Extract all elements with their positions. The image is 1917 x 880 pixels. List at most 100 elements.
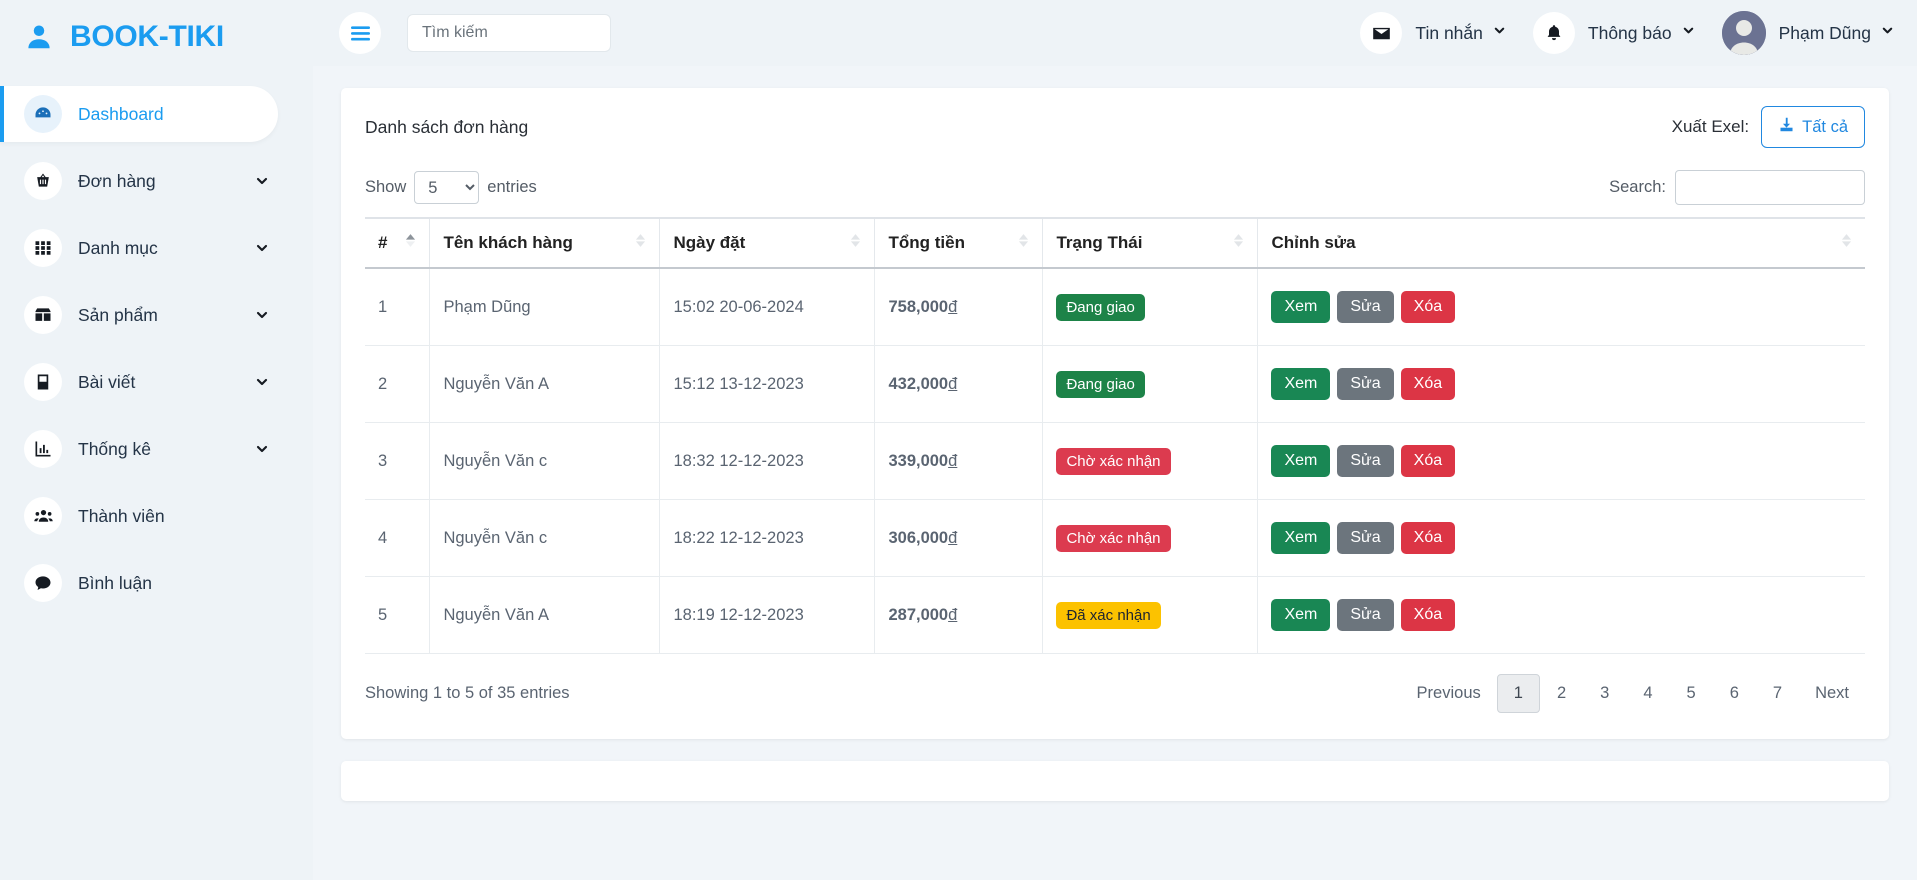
orders-card: Danh sách đơn hàng Xuất Exel: Tất cả Sho…: [341, 88, 1889, 739]
sidebar-nav: Dashboard Đơn hàng Danh mục Sản phẩm Bài…: [0, 86, 313, 611]
book-icon: [24, 363, 62, 401]
column-header-customer[interactable]: Tên khách hàng: [429, 217, 661, 269]
sidebar-item-orders[interactable]: Đơn hàng: [0, 153, 278, 209]
edit-button[interactable]: Sửa: [1337, 291, 1394, 323]
show-entries: Show 5102550100 entries: [365, 171, 537, 204]
sort-icon: [1823, 233, 1852, 253]
sidebar-item-label: Đơn hàng: [78, 170, 156, 191]
view-button[interactable]: Xem: [1271, 368, 1331, 400]
pagination-page-7[interactable]: 7: [1756, 674, 1799, 713]
cell-customer: Nguyễn Văn A: [429, 345, 661, 423]
cell-amount: 339,000đ: [874, 422, 1044, 500]
messages-menu[interactable]: Tin nhắn: [1360, 12, 1506, 54]
topbar-right: Tin nhắn Thông báo Phạm Dũng: [1334, 11, 1895, 55]
delete-button[interactable]: Xóa: [1400, 291, 1456, 323]
envelope-icon: [1360, 12, 1403, 54]
view-button[interactable]: Xem: [1271, 599, 1331, 631]
sort-asc-icon: [387, 233, 416, 253]
app-root: BOOK-TIKI Dashboard Đơn hàng Danh mục Sả…: [0, 0, 1917, 880]
pagination-page-3[interactable]: 3: [1583, 674, 1626, 713]
cell-status: Chờ xác nhận: [1042, 422, 1259, 500]
sidebar-item-posts[interactable]: Bài viết: [0, 354, 278, 410]
pagination-page-6[interactable]: 6: [1713, 674, 1756, 713]
sort-icon: [617, 233, 646, 253]
table-row: 5 Nguyễn Văn A 18:19 12-12-2023 287,000đ Đã …: [365, 576, 1865, 654]
edit-button[interactable]: Sửa: [1337, 445, 1394, 477]
table-row: 1 Phạm Dũng 15:02 20-06-2024 758,000đ Đang g…: [365, 268, 1865, 346]
cell-customer: Nguyễn Văn c: [429, 422, 661, 500]
sidebar-item-dashboard[interactable]: Dashboard: [0, 86, 278, 142]
pagination-page-5[interactable]: 5: [1670, 674, 1713, 713]
user-menu[interactable]: Phạm Dũng: [1721, 11, 1895, 55]
sidebar-item-categories[interactable]: Danh mục: [0, 220, 278, 276]
delete-button[interactable]: Xóa: [1400, 368, 1456, 400]
sort-icon: [1215, 233, 1244, 253]
search-label: Search:: [1609, 178, 1666, 196]
pagination-page-4[interactable]: 4: [1626, 674, 1669, 713]
cell-customer: Nguyễn Văn c: [429, 499, 661, 577]
column-label: Chỉnh sửa: [1271, 233, 1356, 252]
chevron-down-icon: [1880, 23, 1895, 43]
entries-select[interactable]: 5102550100: [414, 171, 480, 204]
edit-button[interactable]: Sửa: [1337, 599, 1394, 631]
cell-index: 3: [365, 422, 431, 500]
table-row: 2 Nguyễn Văn A 15:12 13-12-2023 432,000đ Đan…: [365, 345, 1865, 423]
search-input[interactable]: [407, 14, 611, 52]
sidebar-item-statistics[interactable]: Thống kê: [0, 421, 278, 477]
export-section: Xuất Exel: Tất cả: [1672, 106, 1865, 148]
sort-icon: [832, 233, 861, 253]
cell-index: 4: [365, 499, 431, 577]
chevron-down-icon: [254, 374, 270, 390]
delete-button[interactable]: Xóa: [1400, 599, 1456, 631]
box-icon: [24, 296, 62, 334]
table-footer: Showing 1 to 5 of 35 entries Previous 1 2 3…: [365, 654, 1865, 713]
brand-logo[interactable]: BOOK-TIKI: [0, 0, 313, 72]
cell-index: 2: [365, 345, 431, 423]
column-header-date[interactable]: Ngày đặt: [659, 217, 876, 269]
pagination-page-1[interactable]: 1: [1496, 674, 1540, 713]
delete-button[interactable]: Xóa: [1400, 522, 1456, 554]
sidebar-item-label: Sản phẩm: [78, 304, 158, 325]
sidebar-item-comments[interactable]: Bình luận: [0, 555, 278, 611]
cell-customer: Phạm Dũng: [429, 268, 661, 346]
edit-button[interactable]: Sửa: [1337, 368, 1394, 400]
column-header-status[interactable]: Trạng Thái: [1042, 217, 1259, 269]
gauge-icon: [24, 95, 62, 133]
sidebar-item-products[interactable]: Sản phẩm: [0, 287, 278, 343]
sidebar-item-label: Thành viên: [78, 505, 165, 526]
pagination-page-2[interactable]: 2: [1540, 674, 1583, 713]
table-controls: Show 5102550100 entries Search:: [365, 170, 1865, 205]
sidebar-item-members[interactable]: Thành viên: [0, 488, 278, 544]
status-badge: Đang giao: [1056, 293, 1145, 321]
edit-button[interactable]: Sửa: [1337, 522, 1394, 554]
entries-label: entries: [487, 178, 537, 196]
sidebar-item-label: Danh mục: [78, 237, 158, 258]
column-header-actions[interactable]: Chỉnh sửa: [1257, 217, 1865, 269]
pagination-next[interactable]: Next: [1799, 674, 1865, 713]
view-button[interactable]: Xem: [1271, 445, 1331, 477]
status-badge: Chờ xác nhận: [1056, 524, 1171, 552]
cell-amount: 287,000đ: [874, 576, 1044, 654]
showing-entries-text: Showing 1 to 5 of 35 entries: [365, 684, 570, 702]
cell-date: 15:12 13-12-2023: [659, 345, 876, 423]
messages-label: Tin nhắn: [1415, 22, 1483, 43]
table-head: # Tên khách hàng Ngày đặt Tổng tiền Trạn…: [365, 217, 1865, 269]
hamburger-icon[interactable]: [339, 12, 381, 54]
download-icon: [1778, 116, 1795, 138]
cell-date: 18:22 12-12-2023: [659, 499, 876, 577]
delete-button[interactable]: Xóa: [1400, 445, 1456, 477]
column-header-amount[interactable]: Tổng tiền: [874, 217, 1044, 269]
table-search: Search:: [1609, 170, 1865, 205]
avatar: [1721, 11, 1766, 55]
export-all-button[interactable]: Tất cả: [1761, 106, 1865, 148]
view-button[interactable]: Xem: [1271, 522, 1331, 554]
column-header-index[interactable]: #: [365, 217, 431, 269]
cell-amount: 432,000đ: [874, 345, 1044, 423]
view-button[interactable]: Xem: [1271, 291, 1331, 323]
notifications-menu[interactable]: Thông báo: [1532, 12, 1696, 54]
table-search-input[interactable]: [1675, 170, 1865, 205]
users-icon: [24, 497, 62, 535]
pagination-previous[interactable]: Previous: [1401, 674, 1497, 713]
user-name: Phạm Dũng: [1778, 22, 1871, 43]
cell-actions: Xem Sửa Xóa: [1257, 345, 1865, 423]
